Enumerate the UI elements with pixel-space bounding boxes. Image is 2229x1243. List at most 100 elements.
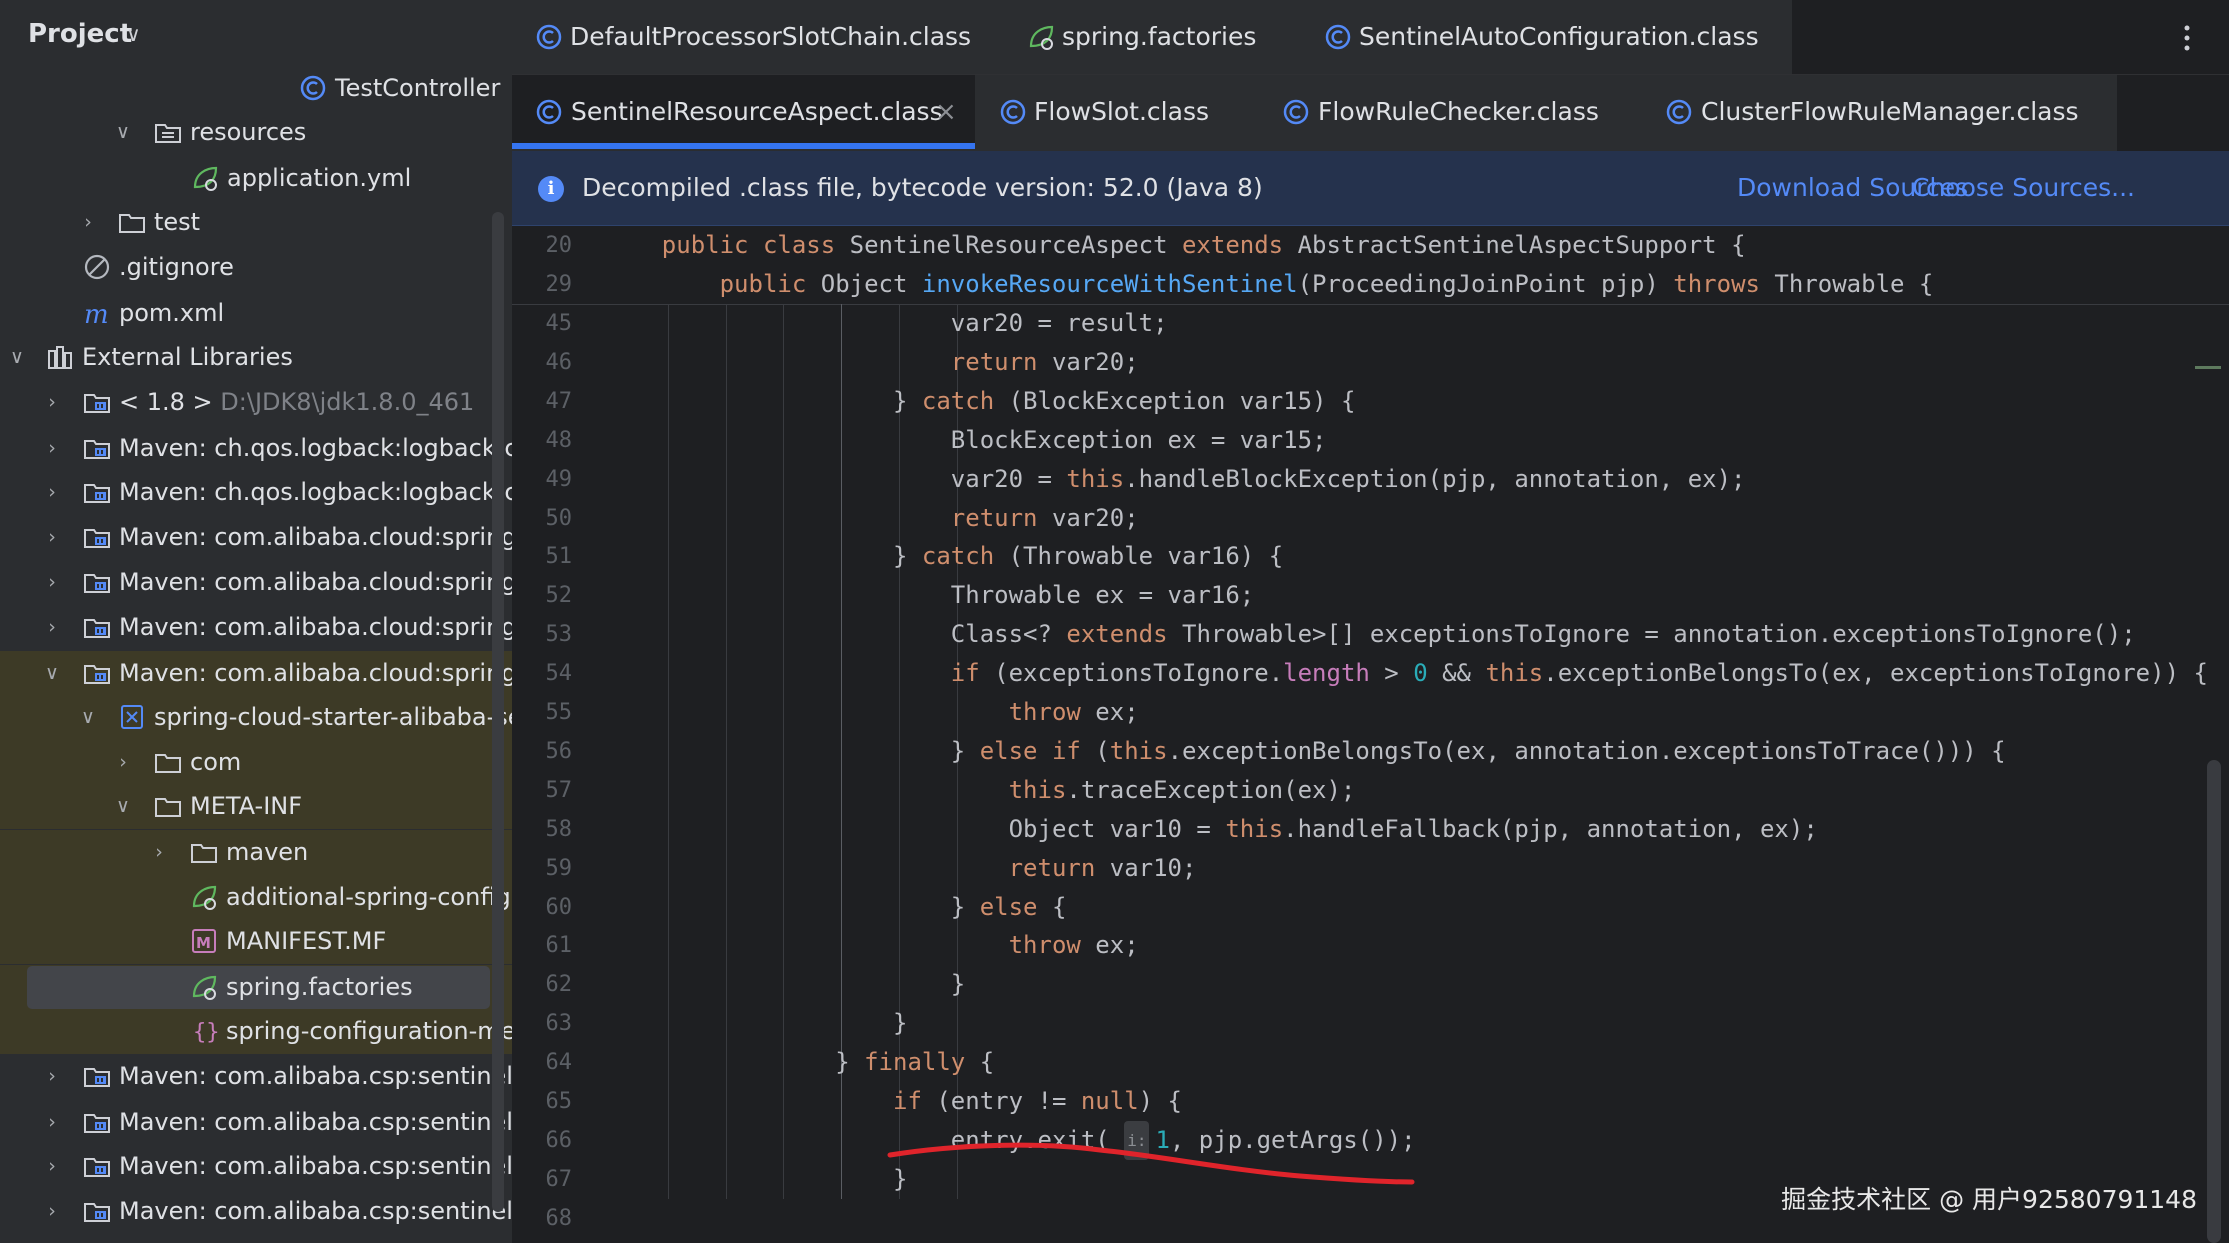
line-number[interactable]: 55 [512, 693, 573, 732]
code-line[interactable]: } [893, 1160, 907, 1199]
line-number[interactable]: 51 [512, 537, 573, 576]
line-number[interactable]: 56 [512, 732, 573, 771]
tree-item[interactable]: › Maven: ch.qos.logback:logback-cl [0, 426, 512, 471]
line-number[interactable]: 53 [512, 615, 573, 654]
line-number[interactable]: 47 [512, 382, 573, 421]
tree-item[interactable]: › maven [0, 830, 512, 875]
code-line[interactable]: if (entry != null) { [893, 1082, 1182, 1121]
line-number[interactable]: 46 [512, 343, 573, 382]
line-number[interactable]: 59 [512, 849, 573, 888]
tree-item[interactable]: additional-spring-configu [0, 875, 512, 920]
chevron-right-icon[interactable]: › [42, 560, 62, 605]
editor-scrollbar[interactable] [2207, 760, 2221, 1243]
line-number[interactable]: 20 [512, 226, 573, 265]
code-line[interactable]: throw ex; [1009, 693, 1139, 732]
project-title[interactable]: Project [28, 14, 132, 54]
code-line[interactable]: return var10; [1009, 849, 1197, 888]
line-number[interactable]: 50 [512, 499, 573, 538]
code-line[interactable]: } catch (BlockException var15) { [893, 382, 1355, 421]
tree-item[interactable]: › Maven: com.alibaba.csp:sentinel-c [0, 1144, 512, 1189]
code-line[interactable]: if (exceptionsToIgnore.length > 0 && thi… [951, 654, 2208, 693]
code-line[interactable]: } [893, 1004, 907, 1043]
code-line[interactable]: var20 = this.handleBlockException(pjp, a… [951, 460, 1746, 499]
code-line[interactable]: } catch (Throwable var16) { [893, 537, 1283, 576]
code-line[interactable]: Object var10 = this.handleFallback(pjp, … [1009, 810, 1818, 849]
tree-item[interactable]: › test [0, 200, 512, 245]
chevron-right-icon[interactable]: › [78, 200, 98, 245]
tree-item[interactable]: › Maven: com.alibaba.cloud:spring-c [0, 515, 512, 560]
line-number[interactable]: 58 [512, 810, 573, 849]
line-number[interactable]: 48 [512, 421, 573, 460]
line-number[interactable]: 62 [512, 965, 573, 1004]
sticky-scroll-header[interactable]: 20 public class SentinelResourceAspect ex… [512, 226, 2229, 305]
code-line[interactable]: Throwable ex = var16; [951, 576, 1254, 615]
code-line[interactable]: public Object invokeResourceWithSentinel… [720, 265, 1934, 304]
tree-item[interactable]: ∨ resources [0, 110, 512, 155]
line-number[interactable]: 57 [512, 771, 573, 810]
code-line[interactable]: throw ex; [1009, 926, 1139, 965]
code-editor[interactable]: 45 var20 = result; 46 return var20; 47 } catc… [512, 304, 2229, 1243]
code-line[interactable]: } finally { [835, 1043, 994, 1082]
chevron-right-icon[interactable]: › [42, 470, 62, 515]
tree-item[interactable]: ∨ META-INF [0, 784, 512, 829]
tree-item[interactable]: ∨ Maven: com.alibaba.cloud:spring-c [0, 651, 512, 696]
line-number[interactable]: 63 [512, 1004, 573, 1043]
project-scrollbar[interactable] [492, 212, 504, 1212]
code-line[interactable]: this.traceException(ex); [1009, 771, 1356, 810]
line-number[interactable]: 61 [512, 926, 573, 965]
line-number[interactable]: 66 [512, 1121, 573, 1160]
tree-item[interactable]: ∨ spring-cloud-starter-alibaba-se [0, 695, 512, 740]
line-number[interactable]: 67 [512, 1160, 573, 1199]
tree-item[interactable]: › com [0, 740, 512, 785]
chevron-right-icon[interactable]: › [42, 1144, 62, 1189]
chevron-right-icon[interactable]: › [42, 380, 62, 425]
code-line[interactable]: } [951, 965, 965, 1004]
chevron-right-icon[interactable]: › [42, 1054, 62, 1099]
tree-item[interactable]: › < 1.8 > D:\JDK8\jdk1.8.0_461 [0, 380, 512, 425]
code-line[interactable]: var20 = result; [951, 304, 1168, 343]
tree-item[interactable]: .gitignore [0, 245, 512, 290]
code-line[interactable]: return var20; [951, 499, 1139, 538]
tree-item[interactable]: › Maven: com.alibaba.csp:sentinel-a [0, 1054, 512, 1099]
error-stripe-mark[interactable] [2195, 366, 2221, 369]
code-line[interactable]: entry.exit( i: 1, pjp.getArgs()); [951, 1121, 1416, 1160]
line-number[interactable]: 29 [512, 265, 573, 304]
tree-item[interactable]: › Maven: com.alibaba.csp:sentinel-c [0, 1189, 512, 1234]
tree-item[interactable]: TestController [0, 66, 512, 111]
tree-item[interactable]: {} spring-configuration-met [0, 1009, 512, 1054]
chevron-right-icon[interactable]: › [42, 605, 62, 650]
chevron-down-icon[interactable]: ∨ [78, 695, 98, 740]
code-line[interactable]: Class<? extends Throwable>[] exceptionsT… [951, 615, 2136, 654]
line-number[interactable]: 64 [512, 1043, 573, 1082]
line-number[interactable]: 52 [512, 576, 573, 615]
tree-item[interactable]: › Maven: com.alibaba.cloud:spring-c [0, 560, 512, 605]
chevron-down-icon[interactable]: ∨ [113, 110, 133, 155]
choose-sources-link[interactable]: Choose Sources... [1912, 151, 2135, 225]
line-number[interactable]: 45 [512, 304, 573, 343]
editor-tab[interactable]: SentinelResourceAspect.class × [512, 75, 975, 149]
chevron-right-icon[interactable]: › [42, 515, 62, 560]
project-header[interactable]: Project ∨ [0, 0, 512, 70]
tree-item[interactable]: › Maven: com.alibaba.csp:sentinel-c [0, 1100, 512, 1145]
more-options-icon[interactable] [2183, 18, 2191, 58]
chevron-right-icon[interactable]: › [149, 830, 169, 875]
line-number[interactable]: 65 [512, 1082, 573, 1121]
code-line[interactable]: public class SentinelResourceAspect exte… [662, 226, 1746, 265]
line-number[interactable]: 68 [512, 1199, 573, 1238]
chevron-down-icon[interactable]: ∨ [42, 651, 62, 696]
line-number[interactable]: 54 [512, 654, 573, 693]
code-line[interactable]: BlockException ex = var15; [951, 421, 1327, 460]
close-icon[interactable]: × [935, 75, 957, 149]
chevron-right-icon[interactable]: › [42, 1189, 62, 1234]
tree-item[interactable]: › Maven: ch.qos.logback:logback-co [0, 470, 512, 515]
tree-item[interactable]: spring.factories [0, 965, 512, 1010]
line-number[interactable]: 49 [512, 460, 573, 499]
line-number[interactable]: 60 [512, 888, 573, 927]
code-line[interactable]: } else if (this.exceptionBelongsTo(ex, a… [951, 732, 2006, 771]
chevron-right-icon[interactable]: › [113, 740, 133, 785]
code-line[interactable]: } else { [951, 888, 1067, 927]
chevron-down-icon[interactable]: ∨ [7, 335, 27, 380]
chevron-down-icon[interactable]: ∨ [126, 22, 141, 46]
tree-item[interactable]: application.yml [0, 156, 512, 201]
chevron-right-icon[interactable]: › [42, 426, 62, 471]
